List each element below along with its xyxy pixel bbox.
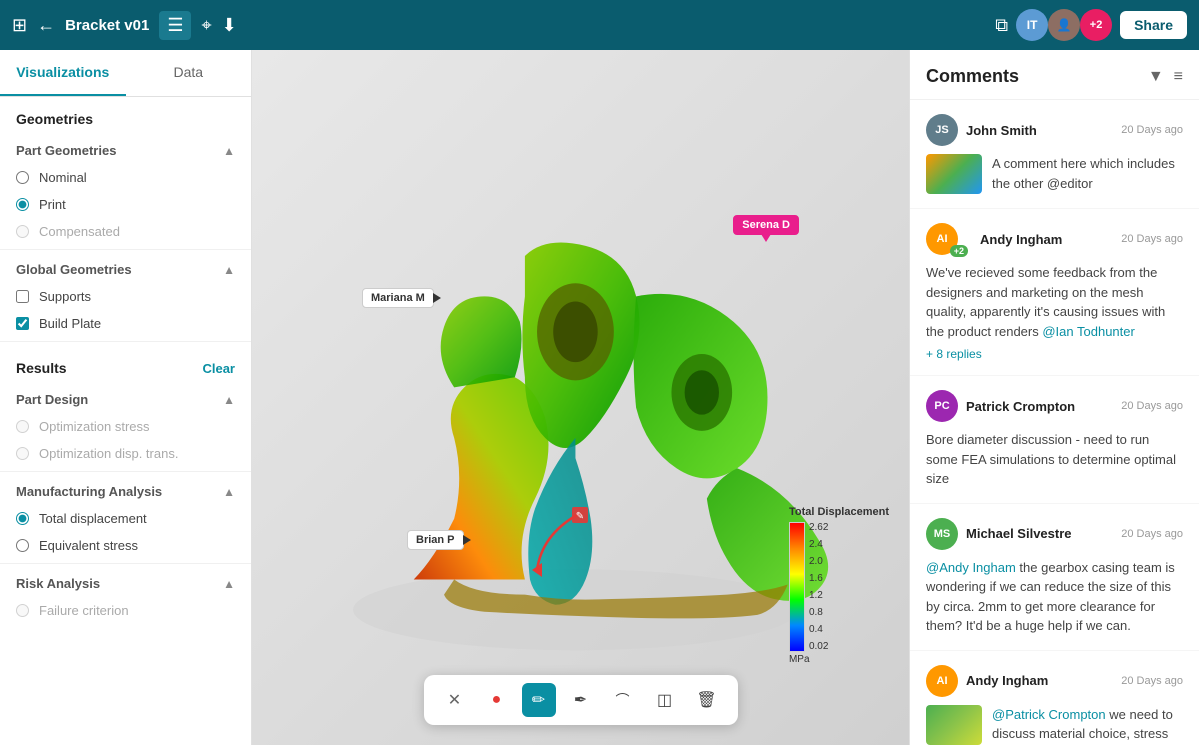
sidebar-tabs: Visualizations Data [0, 50, 251, 97]
results-clear[interactable]: Clear [202, 361, 235, 376]
avatar-badge: +2 [950, 245, 968, 257]
comment-item: AI Andy Ingham 20 Days ago @Patrick Crom… [910, 651, 1199, 745]
comment-author: Michael Silvestre [966, 526, 1072, 541]
radio-print[interactable]: Print [0, 191, 251, 218]
toolbar-pencil-btn[interactable]: ✏ [522, 683, 556, 717]
comment-body: We've recieved some feedback from the de… [926, 263, 1183, 341]
download-icon[interactable]: ⬇ [222, 15, 237, 36]
radio-equivalent-stress[interactable]: Equivalent stress [0, 532, 251, 559]
comment-item: MS Michael Silvestre 20 Days ago @Andy I… [910, 504, 1199, 651]
color-gradient [789, 522, 805, 652]
comment-author: Patrick Crompton [966, 399, 1075, 414]
comment-mention: @Andy Ingham [926, 560, 1016, 575]
comment-body: @Patrick Crompton we need to discuss mat… [992, 705, 1183, 745]
3d-viewport[interactable]: Serena D Mariana M Brian P ✎ [252, 50, 909, 745]
comment-thumbnail2 [926, 705, 982, 745]
toolbar-record-btn[interactable]: ● [480, 683, 514, 717]
share-button[interactable]: Share [1120, 11, 1187, 39]
comment-body: Bore diameter discussion - need to run s… [926, 430, 1183, 489]
comment-body: A comment here which includes the other … [992, 154, 1183, 193]
results-title: Results [16, 360, 67, 376]
frames-icon[interactable]: ⧉ [995, 15, 1008, 36]
toolbar-close-btn[interactable]: ✕ [438, 683, 472, 717]
left-sidebar: Visualizations Data Geometries Part Geom… [0, 50, 252, 745]
risk-analysis-chevron[interactable]: ▲ [223, 577, 235, 591]
part-geometries-title: Part Geometries [16, 143, 116, 158]
comment-author: Andy Ingham [980, 232, 1062, 247]
avatar-it[interactable]: IT [1016, 9, 1048, 41]
avatar-user2[interactable]: 👤 [1048, 9, 1080, 41]
global-geometries-chevron[interactable]: ▲ [223, 263, 235, 277]
color-scale-unit: MPa [789, 654, 810, 665]
checkbox-supports[interactable]: Supports [0, 283, 251, 310]
camera-icon[interactable]: ⌖ [201, 15, 211, 36]
sort-icon[interactable]: ≡ [1174, 68, 1183, 86]
annotation-serena[interactable]: Serena D [733, 215, 799, 235]
app-header: ⊞ ← Bracket v01 ☰ ⌖ ⬇ ⧉ IT 👤 +2 Share [0, 0, 1199, 50]
comment-mention: @Patrick Crompton [992, 707, 1106, 722]
list-icon[interactable]: ☰ [159, 11, 191, 40]
comment-thumbnail [926, 154, 982, 194]
avatar-more[interactable]: +2 [1080, 9, 1112, 41]
radio-failure-criterion[interactable]: Failure criterion [0, 597, 251, 624]
part-geometries-chevron[interactable]: ▲ [223, 144, 235, 158]
comment-item: AI +2 Andy Ingham 20 Days ago We've reci… [910, 209, 1199, 376]
toolbar-eraser-btn[interactable]: ◫ [648, 683, 682, 717]
comment-mention: @Ian Todhunter [1042, 324, 1134, 339]
project-title: Bracket v01 [65, 17, 149, 34]
avatar-ai2: AI [926, 665, 958, 697]
comment-item: JS John Smith 20 Days ago A comment here… [910, 100, 1199, 209]
comment-time: 20 Days ago [1121, 124, 1183, 136]
comment-replies[interactable]: + 8 replies [926, 347, 1183, 361]
panel-title: Comments [926, 66, 1019, 87]
checkbox-build-plate[interactable]: Build Plate [0, 310, 251, 337]
tab-visualizations[interactable]: Visualizations [0, 50, 126, 96]
geometries-title: Geometries [16, 111, 93, 127]
color-labels: 2.62 2.4 2.0 1.6 1.2 0.8 0.4 0.02 [809, 522, 828, 652]
comment-author: John Smith [966, 123, 1037, 138]
annotation-mariana[interactable]: Mariana M [362, 288, 434, 308]
toolbar-pen-btn[interactable]: ✒ [564, 683, 598, 717]
comment-time: 20 Days ago [1121, 233, 1183, 245]
part-design-chevron[interactable]: ▲ [223, 393, 235, 407]
avatar-ms: MS [926, 518, 958, 550]
color-scale: Total Displacement 2.62 2.4 2.0 1.6 1.2 … [789, 506, 889, 665]
radio-opt-stress[interactable]: Optimization stress [0, 413, 251, 440]
radio-total-displacement[interactable]: Total displacement [0, 505, 251, 532]
annotation-brian[interactable]: Brian P [407, 530, 464, 550]
radio-opt-disp[interactable]: Optimization disp. trans. [0, 440, 251, 467]
comment-time: 20 Days ago [1121, 400, 1183, 412]
panel-header: Comments ▼ ≡ [910, 50, 1199, 100]
filter-icon[interactable]: ▼ [1148, 68, 1164, 86]
avatar-pc: PC [926, 390, 958, 422]
tab-data[interactable]: Data [126, 50, 252, 96]
svg-text:✎: ✎ [576, 511, 584, 522]
comment-time: 20 Days ago [1121, 675, 1183, 687]
home-icon[interactable]: ⊞ [12, 15, 27, 36]
color-scale-title: Total Displacement [789, 506, 889, 518]
manufacturing-title: Manufacturing Analysis [16, 484, 162, 499]
toolbar-brush-btn[interactable]: ⌒ [606, 683, 640, 717]
viewport-toolbar: ✕ ● ✏ ✒ ⌒ ◫ 🗑 [424, 675, 738, 725]
part-design-title: Part Design [16, 392, 88, 407]
risk-analysis-title: Risk Analysis [16, 576, 100, 591]
comment-time: 20 Days ago [1121, 528, 1183, 540]
comments-panel: Comments ▼ ≡ JS John Smith 20 Days ago A… [909, 50, 1199, 745]
avatar-js: JS [926, 114, 958, 146]
radio-nominal[interactable]: Nominal [0, 164, 251, 191]
comment-body: @Andy Ingham the gearbox casing team is … [926, 558, 1183, 636]
back-icon[interactable]: ← [37, 15, 55, 36]
manufacturing-chevron[interactable]: ▲ [223, 485, 235, 499]
global-geometries-title: Global Geometries [16, 262, 132, 277]
radio-compensated[interactable]: Compensated [0, 218, 251, 245]
comment-author: Andy Ingham [966, 673, 1048, 688]
toolbar-trash-btn[interactable]: 🗑 [690, 683, 724, 717]
comment-item: PC Patrick Crompton 20 Days ago Bore dia… [910, 376, 1199, 504]
